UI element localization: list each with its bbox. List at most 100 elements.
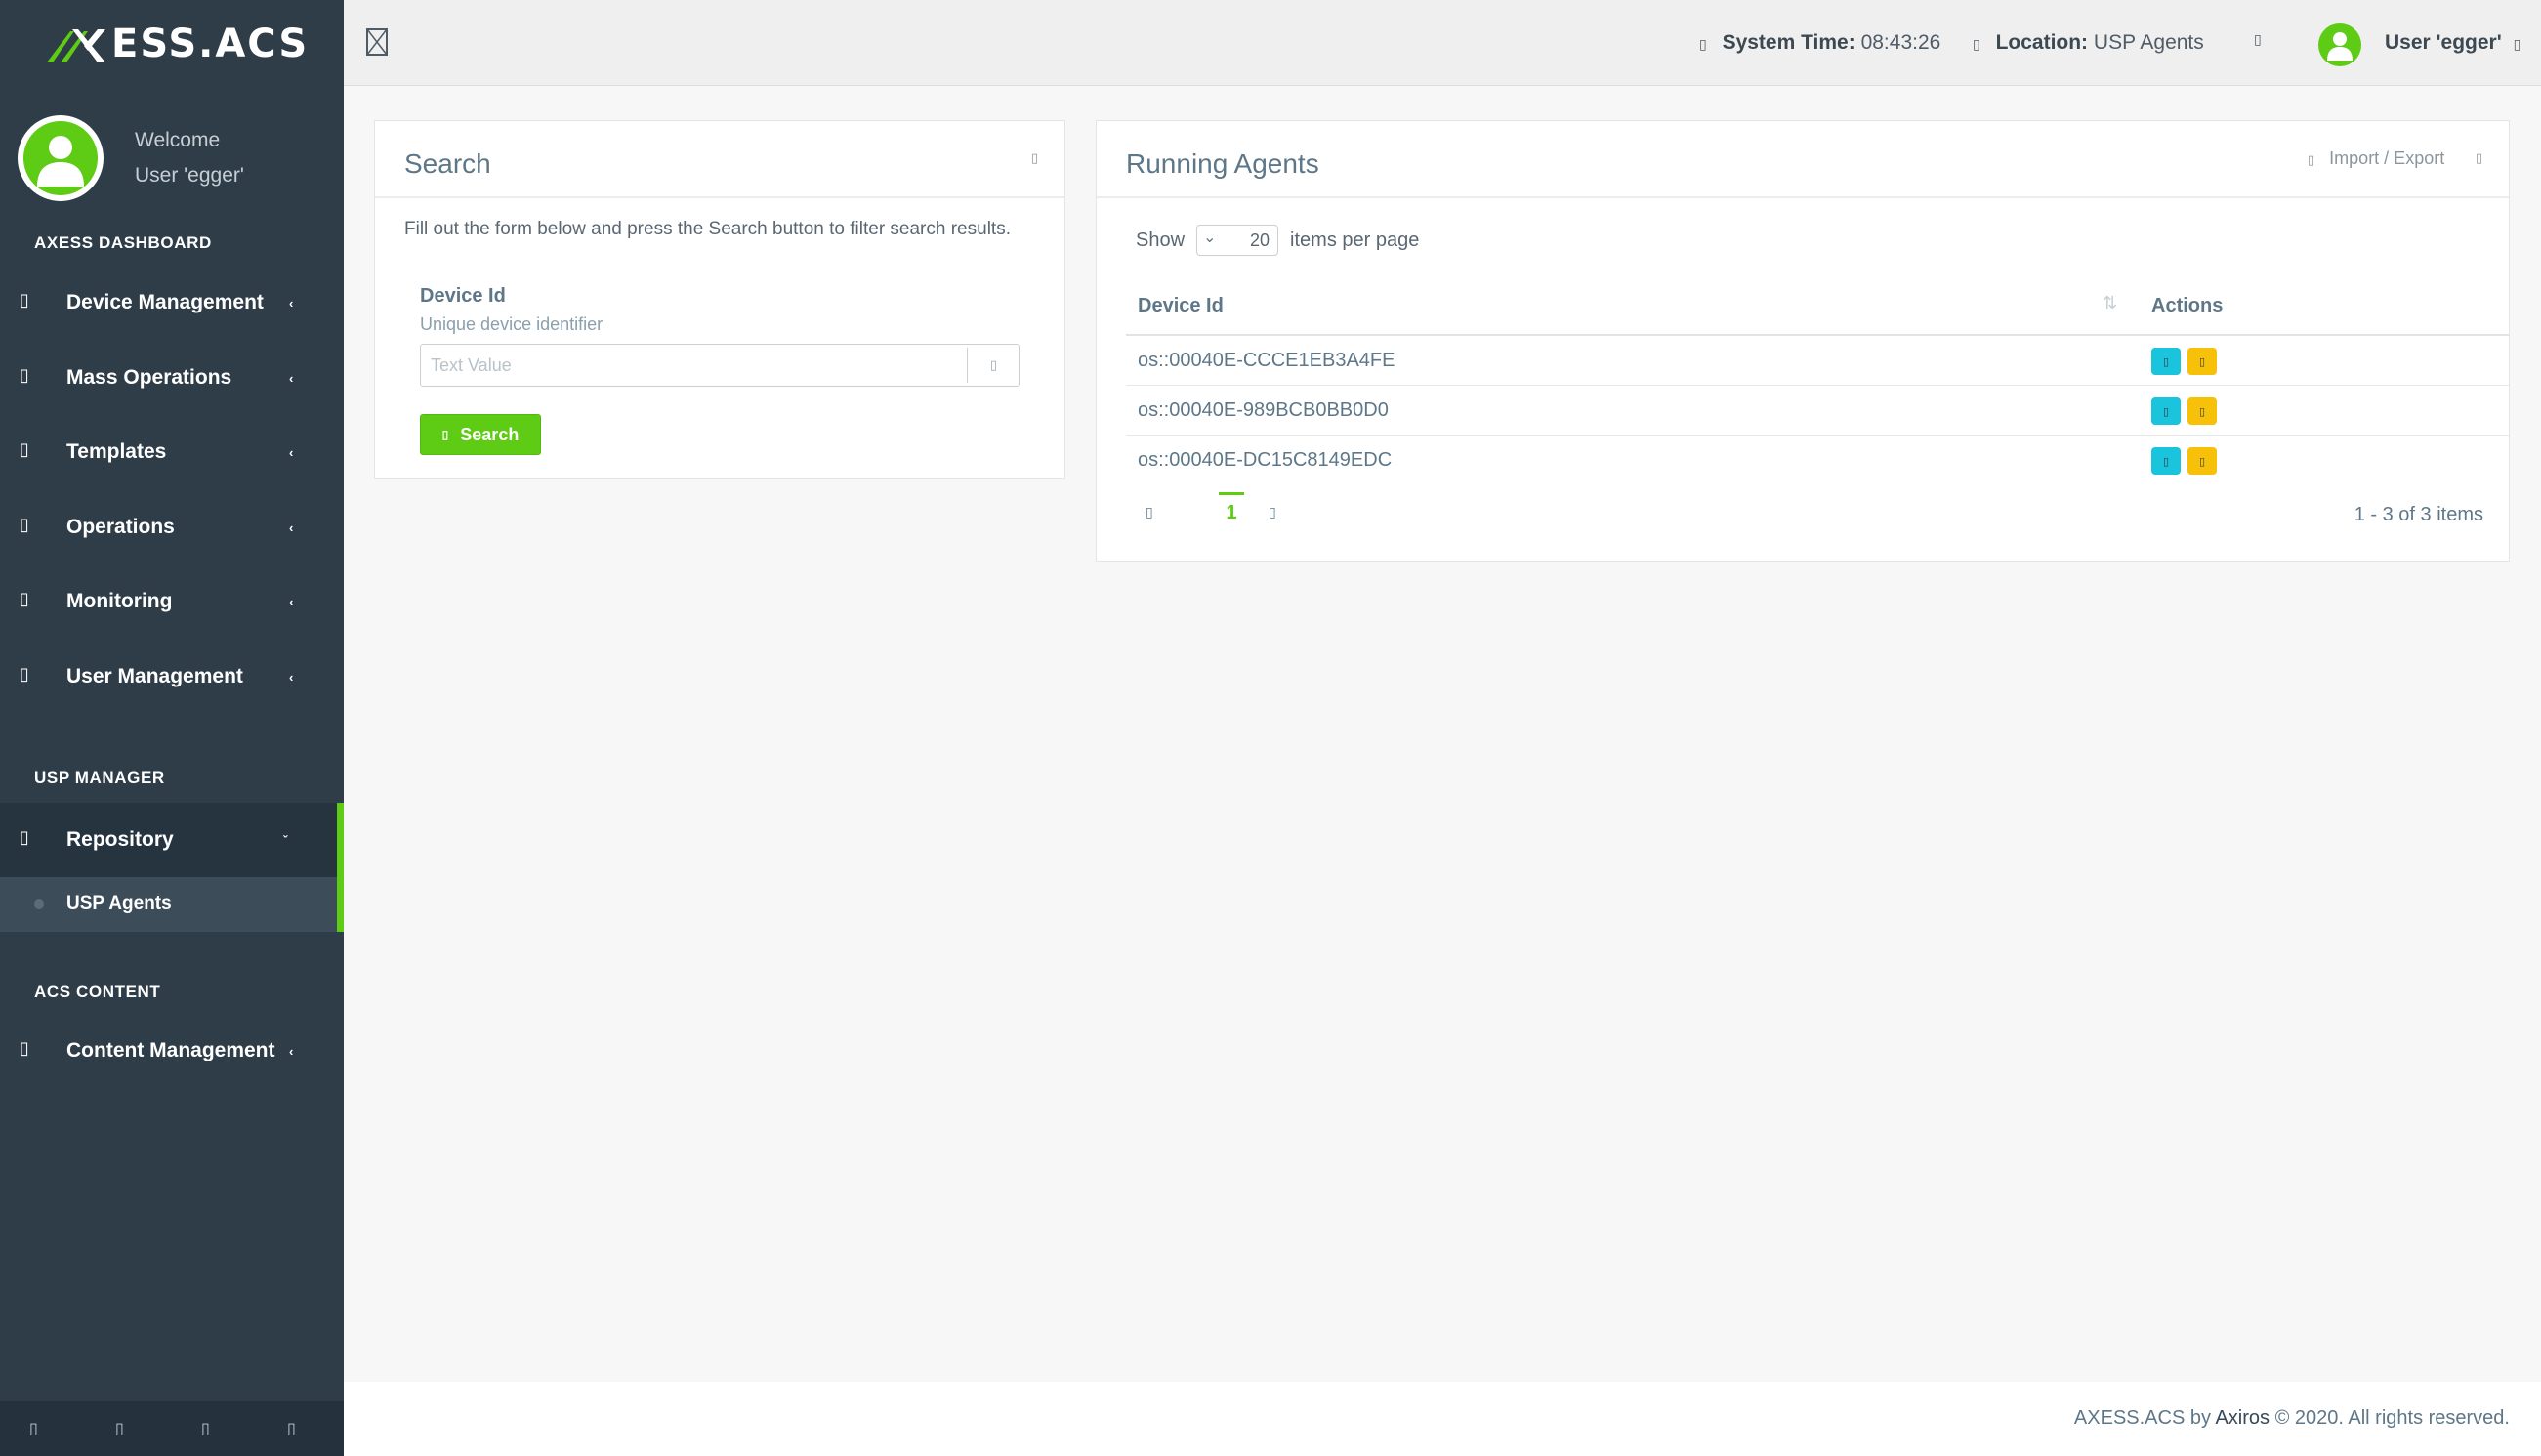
sidebar-item-user-management[interactable]: ▯ User Management ‹ xyxy=(0,640,344,714)
user-menu[interactable]: User 'egger' ▯ xyxy=(2385,31,2520,55)
divider xyxy=(375,196,1064,198)
logo-mark-icon xyxy=(47,29,105,62)
system-time: ▯ System Time: 08:43:26 xyxy=(1699,31,1940,55)
location-value: USP Agents xyxy=(2093,31,2204,54)
sidebar-subitem-usp-agents[interactable]: USP Agents xyxy=(0,877,344,932)
search-button[interactable]: ▯ Search xyxy=(420,414,541,455)
operations-icon: ▯ xyxy=(20,514,29,534)
info-action-button[interactable]: ▯ xyxy=(2151,447,2181,475)
info-action-button[interactable]: ▯ xyxy=(2151,397,2181,425)
collapse-icon[interactable]: ▯ xyxy=(2476,150,2482,166)
chevron-down-icon: ˇ xyxy=(283,832,288,848)
page-info: 1 - 3 of 3 items xyxy=(2354,504,2483,525)
copyright: AXESS.ACS by Axiros © 2020. All rights r… xyxy=(2074,1407,2510,1430)
collapse-icon[interactable]: ▯ xyxy=(1031,150,1038,166)
chevron-left-icon: ‹ xyxy=(289,370,294,386)
users-icon: ▯ xyxy=(20,663,29,684)
divider xyxy=(1097,196,2509,198)
chevron-left-icon: ‹ xyxy=(289,444,294,460)
panel-title: Search xyxy=(404,148,491,179)
header-avatar[interactable] xyxy=(2318,23,2361,66)
avatar[interactable] xyxy=(18,115,104,201)
column-header-device-id[interactable]: Device Id xyxy=(1138,295,1224,317)
import-export-label: Import / Export xyxy=(2329,148,2445,168)
next-page-icon[interactable]: ▯ xyxy=(1269,504,1276,520)
sidebar-item-mass-operations[interactable]: ▯ Mass Operations ‹ xyxy=(0,341,344,415)
chevron-down-icon: ⌄ xyxy=(1203,229,1217,246)
location-label: Location: xyxy=(1995,31,2089,54)
welcome-block: Welcome User 'egger' xyxy=(135,123,244,193)
logout-icon[interactable]: ▯ xyxy=(287,1419,296,1438)
sidebar-item-label: Repository xyxy=(66,828,174,851)
sidebar-item-label: Templates xyxy=(66,440,167,463)
edit-action-button[interactable]: ▯ xyxy=(2187,447,2217,475)
search-icon: ▯ xyxy=(441,428,449,441)
device-id-hint: Unique device identifier xyxy=(420,314,604,334)
sidebar-item-label: Content Management xyxy=(66,1039,275,1061)
items-per-page-label: items per page xyxy=(1290,229,1420,251)
user-icon xyxy=(2327,32,2353,61)
sidebar-item-templates[interactable]: ▯ Templates ‹ xyxy=(0,415,344,489)
system-time-value: 08:43:26 xyxy=(1860,31,1941,54)
sidebar-item-label: Device Management xyxy=(66,291,264,313)
notification-icon[interactable]: ▯ xyxy=(2254,31,2262,48)
fullscreen-icon[interactable]: ▯ xyxy=(115,1419,124,1438)
search-button-label: Search xyxy=(460,424,520,444)
location: ▯ Location: USP Agents xyxy=(1973,31,2204,55)
sidebar-item-label: Monitoring xyxy=(66,590,173,612)
chevron-left-icon: ‹ xyxy=(289,520,294,535)
sidebar-item-repository[interactable]: ▯ Repository ˇ xyxy=(0,803,344,877)
company-link[interactable]: Axiros xyxy=(2215,1407,2270,1429)
footer-prefix: AXESS.ACS by xyxy=(2073,1407,2211,1429)
sidebar-item-monitoring[interactable]: ▯ Monitoring ‹ xyxy=(0,564,344,639)
device-id-cell[interactable]: os::00040E-CCCE1EB3A4FE xyxy=(1138,350,1395,372)
column-header-actions: Actions xyxy=(2151,295,2224,316)
running-agents-panel: Running Agents ▯ Import / Export ▯ Show … xyxy=(1096,120,2510,562)
sidebar-item-operations[interactable]: ▯ Operations ‹ xyxy=(0,490,344,564)
logo-text: ESS.ACS xyxy=(111,21,310,66)
page-number-current[interactable]: 1 xyxy=(1219,492,1244,524)
edit-action-button[interactable]: ▯ xyxy=(2187,348,2217,375)
sidebar-item-label: Mass Operations xyxy=(66,366,232,389)
clear-input-icon[interactable]: ▯ xyxy=(967,348,1020,383)
prev-page-icon[interactable]: ▯ xyxy=(1146,504,1153,520)
menu-toggle-icon[interactable] xyxy=(365,27,389,57)
edit-action-button[interactable]: ▯ xyxy=(2187,397,2217,425)
app-logo[interactable]: ESS.ACS xyxy=(45,20,309,68)
show-label: Show xyxy=(1136,229,1186,251)
panel-title: Running Agents xyxy=(1126,148,1319,179)
caret-down-icon: ▯ xyxy=(2513,36,2521,52)
device-id-cell[interactable]: os::00040E-989BCB0BB0D0 xyxy=(1138,399,1389,422)
sidebar-item-content-management[interactable]: ▯ Content Management ‹ xyxy=(0,1014,344,1088)
page-size-control: Show ⌄ 20 items per page xyxy=(1136,225,1419,256)
table-row: os::00040E-DC15C8149EDC ▯ ▯ xyxy=(1126,436,2509,485)
repository-icon: ▯ xyxy=(20,826,29,847)
footer-suffix: © 2020. All rights reserved. xyxy=(2274,1407,2510,1429)
sort-icon[interactable]: ⇅ xyxy=(2103,293,2118,316)
device-id-cell[interactable]: os::00040E-DC15C8149EDC xyxy=(1138,449,1392,472)
info-action-button[interactable]: ▯ xyxy=(2151,348,2181,375)
import-export-icon: ▯ xyxy=(2308,152,2315,167)
sidebar-footer: ▯ ▯ ▯ ▯ xyxy=(0,1401,344,1456)
bullet-icon xyxy=(34,899,44,909)
pagination: ▯ 1 ▯ 1 - 3 of 3 items xyxy=(1136,492,2513,535)
table-row: os::00040E-CCCE1EB3A4FE ▯ ▯ xyxy=(1126,336,2509,386)
settings-icon[interactable]: ▯ xyxy=(29,1419,38,1438)
lock-icon[interactable]: ▯ xyxy=(201,1419,210,1438)
system-time-label: System Time: xyxy=(1722,31,1855,54)
search-panel: Search ▯ Fill out the form below and pre… xyxy=(374,120,1065,479)
welcome-text: Welcome xyxy=(135,129,221,151)
device-id-input[interactable] xyxy=(420,344,1020,387)
sidebar-item-device-management[interactable]: ▯ Device Management ‹ xyxy=(0,266,344,340)
section-title-usp: USP MANAGER xyxy=(34,769,165,787)
user-icon xyxy=(37,136,84,187)
sidebar: ESS.ACS Welcome User 'egger' AXESS DASHB… xyxy=(0,0,344,1456)
table-row: os::00040E-989BCB0BB0D0 ▯ ▯ xyxy=(1126,386,2509,436)
table-header: Device Id ⇅ Actions xyxy=(1126,273,2509,336)
clock-icon: ▯ xyxy=(1699,36,1707,52)
per-page-select[interactable]: ⌄ 20 xyxy=(1196,225,1279,256)
sidebar-item-label: User Management xyxy=(66,665,243,687)
section-title-acs: ACS CONTENT xyxy=(34,982,161,1001)
chevron-left-icon: ‹ xyxy=(289,594,294,609)
import-export-button[interactable]: ▯ Import / Export xyxy=(2308,148,2444,169)
